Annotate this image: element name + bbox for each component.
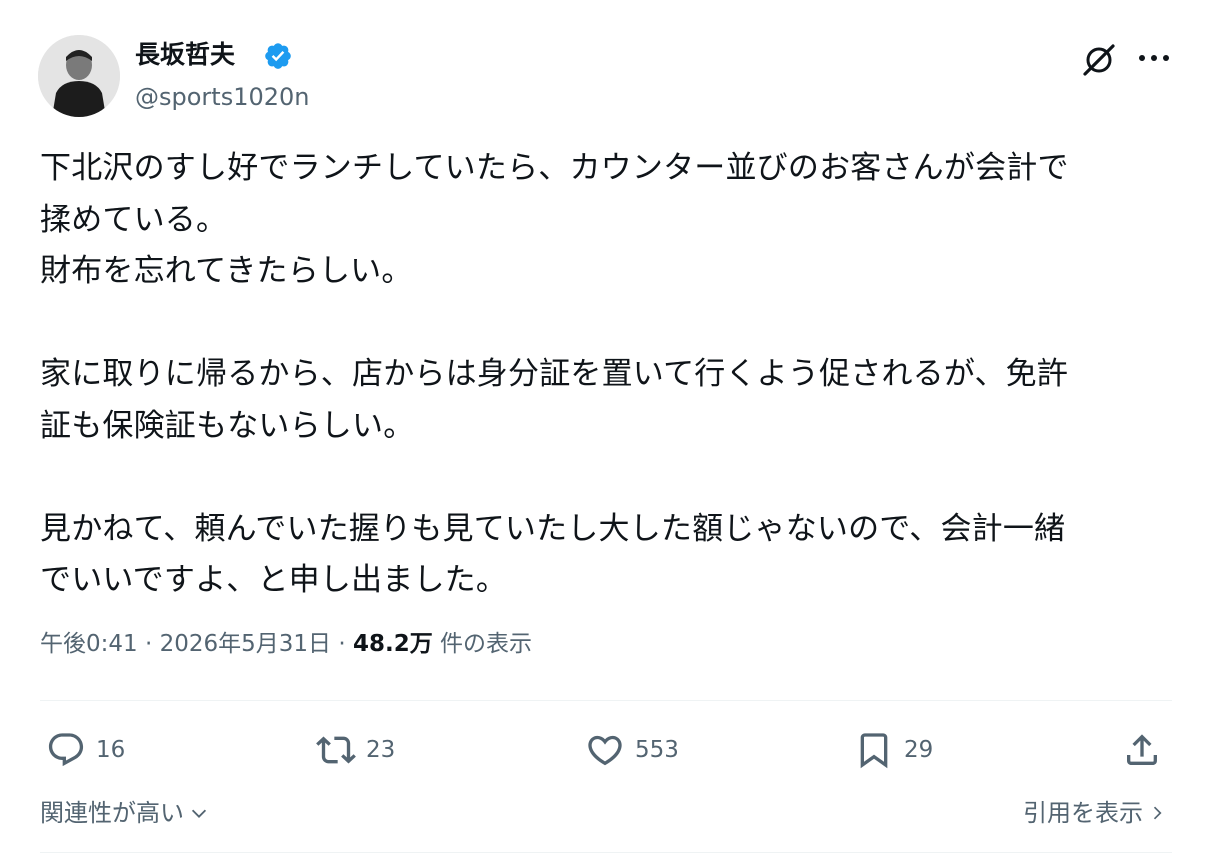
reply-count: 16 — [96, 737, 126, 763]
more-icon[interactable] — [1135, 46, 1173, 70]
author-name[interactable]: 長坂哲夫 — [135, 38, 235, 72]
share-icon — [1127, 734, 1157, 765]
chevron-right-icon — [1153, 806, 1162, 820]
like-count: 553 — [635, 737, 679, 763]
view-quotes-link[interactable]: 引用を表示 — [1023, 795, 1167, 831]
tweet-time[interactable]: 午後0:41 — [40, 631, 138, 657]
repost-icon — [316, 736, 356, 764]
meta-separator: · — [338, 631, 346, 657]
author-handle[interactable]: @sports1020n — [135, 80, 310, 114]
tweet-date[interactable]: 2026年5月31日 — [160, 631, 331, 657]
divider — [40, 852, 1172, 853]
repost-button[interactable]: 23 — [316, 724, 395, 776]
reply-button[interactable]: 16 — [46, 724, 125, 776]
quotes-label: 引用を表示 — [1023, 799, 1143, 827]
grok-icon[interactable] — [1079, 40, 1119, 80]
avatar[interactable] — [38, 35, 120, 117]
verified-badge-icon — [263, 41, 293, 71]
heart-icon — [588, 735, 622, 766]
sort-label: 関連性が高い — [40, 799, 184, 827]
sort-dropdown[interactable]: 関連性が高い — [40, 795, 210, 831]
tweet-text: 下北沢のすし好でランチしていたら、カウンター並びのお客さんが会計で 揉めている。… — [40, 150, 1069, 598]
tweet-meta: 午後0:41 · 2026年5月31日 · 48.2万 件の表示 — [40, 624, 532, 664]
meta-separator: · — [144, 631, 153, 657]
views-label: 件の表示 — [440, 631, 533, 657]
share-button[interactable] — [1122, 724, 1162, 776]
like-button[interactable]: 553 — [585, 724, 679, 776]
views-count: 48.2万 — [352, 631, 433, 657]
repost-count: 23 — [366, 737, 396, 763]
reply-icon — [48, 733, 84, 767]
chevron-down-icon — [191, 809, 207, 818]
bookmark-icon — [860, 733, 888, 769]
bookmark-count: 29 — [904, 737, 934, 763]
bookmark-button[interactable]: 29 — [854, 724, 933, 776]
divider — [40, 700, 1172, 701]
